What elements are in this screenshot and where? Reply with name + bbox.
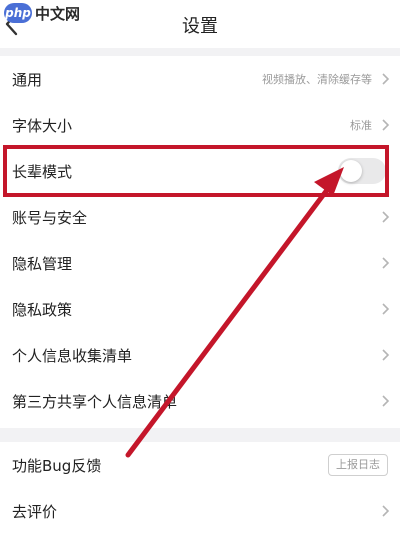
setting-value-general: 视频播放、清除缓存等	[262, 73, 372, 86]
setting-value-font-size: 标准	[350, 119, 372, 132]
setting-label-general: 通用	[12, 70, 43, 89]
chevron-right-icon	[380, 256, 390, 270]
setting-label-privacy-policy: 隐私政策	[12, 300, 73, 319]
setting-row-privacy-policy[interactable]: 隐私政策	[0, 286, 400, 332]
setting-row-account-security[interactable]: 账号与安全	[0, 194, 400, 240]
settings-group-feedback: 功能Bug反馈 上报日志 去评价	[0, 442, 400, 541]
chevron-right-icon	[380, 394, 390, 408]
upload-log-button[interactable]: 上报日志	[328, 454, 388, 476]
chevron-right-icon	[380, 72, 390, 86]
setting-row-personal-info-list[interactable]: 个人信息收集清单	[0, 332, 400, 378]
setting-label-personal-info-list: 个人信息收集清单	[12, 346, 133, 365]
setting-label-font-size: 字体大小	[12, 116, 73, 135]
setting-row-font-size[interactable]: 字体大小 标准	[0, 102, 400, 148]
setting-row-bug-feedback[interactable]: 功能Bug反馈 上报日志	[0, 442, 400, 488]
page-title: 设置	[182, 16, 218, 37]
chevron-right-icon	[380, 210, 390, 224]
chevron-right-icon	[380, 348, 390, 362]
settings-group-main: 通用 视频播放、清除缓存等 字体大小 标准 长辈模式 账号与安全 隐私管理 隐私…	[0, 56, 400, 428]
chevron-right-icon	[380, 118, 390, 132]
setting-row-general[interactable]: 通用 视频播放、清除缓存等	[0, 56, 400, 102]
chevron-right-icon	[380, 302, 390, 316]
setting-label-third-party-list: 第三方共享个人信息清单	[12, 392, 178, 411]
setting-label-privacy-management: 隐私管理	[12, 254, 73, 273]
header-bar: php 中文网 设置	[0, 0, 400, 48]
setting-label-account-security: 账号与安全	[12, 208, 88, 227]
setting-row-rate[interactable]: 去评价	[0, 488, 400, 534]
setting-row-privacy-management[interactable]: 隐私管理	[0, 240, 400, 286]
setting-label-rate: 去评价	[12, 502, 58, 521]
chevron-right-icon	[380, 504, 390, 518]
setting-label-bug-feedback: 功能Bug反馈	[12, 456, 102, 475]
setting-row-third-party-list[interactable]: 第三方共享个人信息清单	[0, 378, 400, 424]
annotation-highlight-box	[3, 145, 389, 197]
